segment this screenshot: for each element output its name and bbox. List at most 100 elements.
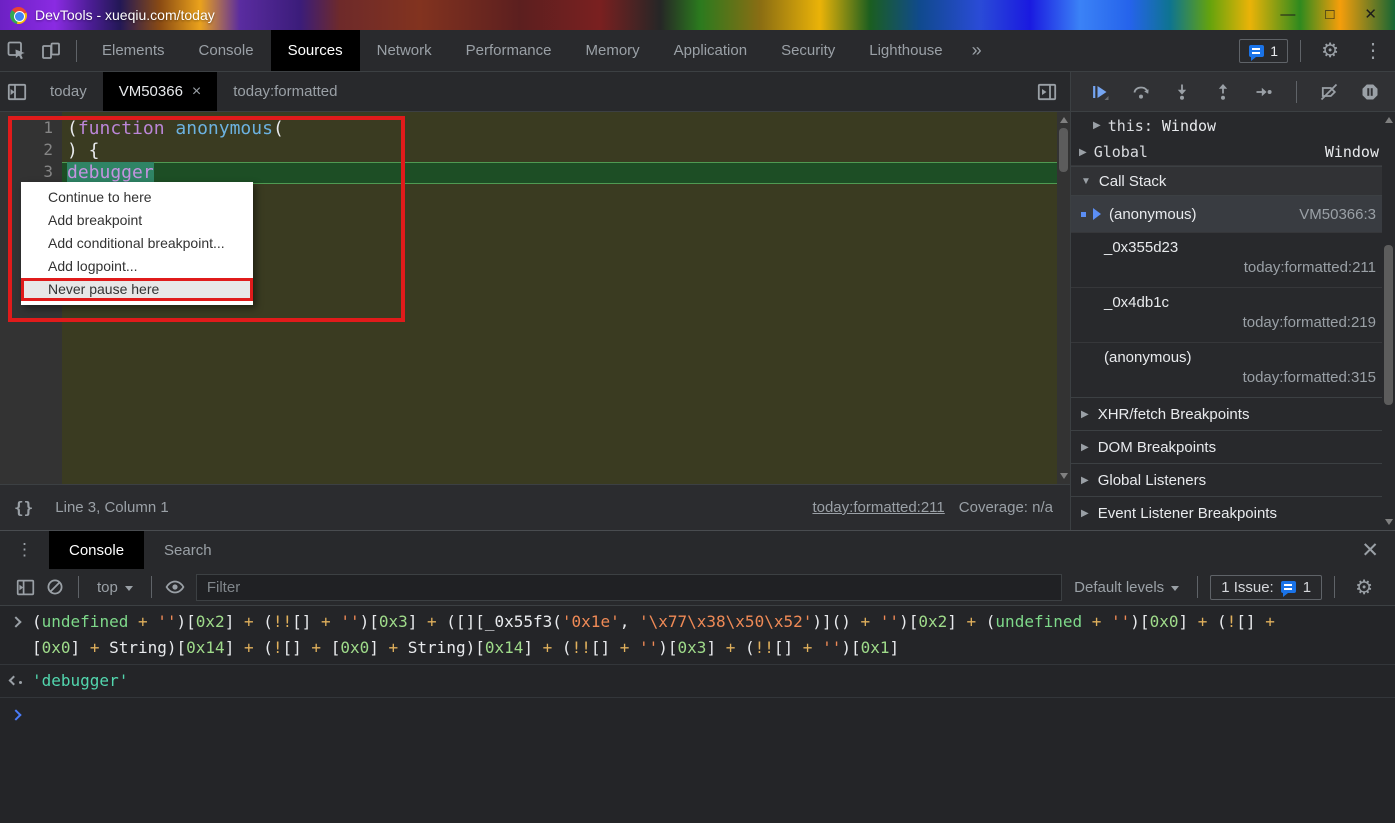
scroll-down-arrow[interactable] — [1385, 519, 1393, 525]
frame-location[interactable]: today:formatted:211 — [1104, 259, 1376, 276]
scrollbar-thumb[interactable] — [1384, 245, 1393, 405]
call-stack-frame[interactable]: (anonymous) today:formatted:315 — [1071, 342, 1382, 397]
close-tab-icon[interactable]: × — [192, 83, 201, 101]
tab-security[interactable]: Security — [764, 30, 852, 71]
console-prompt[interactable] — [0, 698, 1395, 723]
clear-console-icon[interactable] — [40, 574, 70, 600]
show-navigator-icon[interactable] — [0, 77, 34, 107]
console-code-line: [0x0] + String)[0x14] + (![] + [0x0] + S… — [32, 635, 1275, 661]
expand-triangle-icon[interactable]: ▶ — [1079, 147, 1087, 158]
menu-item-add-conditional-breakpoint[interactable]: Add conditional breakpoint... — [21, 232, 253, 255]
menu-item-add-breakpoint[interactable]: Add breakpoint — [21, 209, 253, 232]
console-token: + — [311, 612, 341, 631]
step-over-icon[interactable] — [1124, 78, 1158, 106]
console-token: [] — [590, 638, 611, 657]
sidebar-scrollbar[interactable] — [1382, 112, 1395, 530]
console-token: + — [1255, 612, 1275, 631]
console-token: [] — [1236, 612, 1256, 631]
drawer-close-icon[interactable]: ✕ — [1345, 538, 1395, 563]
console-token: ! — [1226, 612, 1237, 631]
call-stack-header[interactable]: ▼ Call Stack — [1071, 166, 1382, 196]
call-stack-frame[interactable]: _0x355d23 today:formatted:211 — [1071, 232, 1382, 287]
tab-memory[interactable]: Memory — [569, 30, 657, 71]
frame-location[interactable]: VM50366:3 — [1299, 206, 1376, 223]
code-token: function — [77, 118, 165, 139]
javascript-context-dropdown[interactable]: top — [87, 579, 143, 596]
step-icon[interactable] — [1247, 78, 1281, 106]
scope-global-row[interactable]: ▶ Global Window — [1071, 139, 1382, 166]
console-token: ] — [706, 638, 717, 657]
minimize-button[interactable]: — — [1280, 0, 1295, 30]
editor-scrollbar[interactable] — [1057, 112, 1070, 484]
inspect-element-icon[interactable] — [0, 36, 34, 66]
drawer-menu-icon[interactable]: ⋮ — [0, 540, 49, 560]
console-token: String — [407, 638, 466, 657]
menu-item-continue-to-here[interactable]: Continue to here — [21, 186, 253, 209]
live-expression-eye-icon[interactable] — [160, 574, 190, 600]
settings-gear-icon[interactable]: ⚙ — [1309, 38, 1351, 63]
scrollbar-thumb[interactable] — [1059, 128, 1068, 172]
log-levels-dropdown[interactable]: Default levels — [1064, 579, 1189, 596]
pause-on-exceptions-icon[interactable] — [1353, 78, 1387, 106]
console-toolbar: top Default levels 1 Issue: 1 ⚙ — [0, 569, 1395, 606]
source-location-link[interactable]: today:formatted:211 — [812, 499, 944, 516]
file-tab-today-formatted[interactable]: today:formatted — [217, 72, 353, 111]
drawer-tab-search[interactable]: Search — [144, 531, 232, 569]
call-stack-frame[interactable]: _0x4db1c today:formatted:219 — [1071, 287, 1382, 342]
scroll-down-arrow[interactable] — [1060, 473, 1068, 479]
console-sidebar-icon[interactable] — [10, 574, 40, 600]
section-event-listener-breakpoints[interactable]: ▶ Event Listener Breakpoints — [1071, 496, 1382, 529]
section-xhr-fetch-breakpoints[interactable]: ▶ XHR/fetch Breakpoints — [1071, 397, 1382, 430]
device-toolbar-icon[interactable] — [34, 36, 68, 66]
more-options-icon[interactable]: ⋮ — [1351, 38, 1395, 63]
scroll-up-arrow[interactable] — [1385, 117, 1393, 123]
menu-item-never-pause-here[interactable]: Never pause here — [21, 278, 253, 301]
scroll-up-arrow[interactable] — [1060, 117, 1068, 123]
more-tabs-icon[interactable]: » — [960, 40, 994, 61]
code-line: ) { — [62, 140, 1057, 162]
maximize-button[interactable]: □ — [1325, 0, 1334, 30]
hide-debugger-panel-icon[interactable] — [1030, 77, 1064, 107]
console-token: + — [793, 638, 823, 657]
console-token: ] — [224, 612, 235, 631]
file-tab-vm50366[interactable]: VM50366 × — [102, 72, 218, 111]
step-out-icon[interactable] — [1206, 78, 1240, 106]
section-label: DOM Breakpoints — [1097, 438, 1217, 456]
toolbar-separator — [76, 39, 77, 62]
scope-this-row[interactable]: ▶ this: Window — [1071, 112, 1382, 139]
tab-lighthouse[interactable]: Lighthouse — [852, 30, 959, 71]
frame-location[interactable]: today:formatted:219 — [1104, 314, 1376, 331]
line-number[interactable]: 3 — [0, 162, 62, 184]
pretty-print-button[interactable]: {} — [14, 498, 33, 517]
close-button[interactable]: ✕ — [1364, 0, 1377, 30]
console-issues-button[interactable]: 1 Issue: 1 — [1210, 574, 1323, 600]
line-number[interactable]: 1 — [0, 118, 62, 140]
issues-badge[interactable]: 1 — [1239, 38, 1289, 63]
frame-location[interactable]: today:formatted:315 — [1104, 369, 1376, 386]
drawer-tab-console[interactable]: Console — [49, 531, 145, 569]
console-filter-input[interactable] — [195, 573, 1062, 601]
tab-application[interactable]: Application — [657, 30, 764, 71]
section-dom-breakpoints[interactable]: ▶ DOM Breakpoints — [1071, 430, 1382, 463]
menu-item-add-logpoint[interactable]: Add logpoint... — [21, 255, 253, 278]
collapse-triangle-icon[interactable]: ▼ — [1081, 176, 1091, 187]
call-stack-frame-current[interactable]: (anonymous) VM50366:3 — [1071, 196, 1382, 232]
section-global-listeners[interactable]: ▶ Global Listeners — [1071, 463, 1382, 496]
code-editor[interactable]: 123 (function anonymous() {debugger Cont… — [0, 112, 1070, 484]
file-tab-today[interactable]: today — [34, 72, 103, 111]
console-token: ( — [263, 638, 273, 657]
resume-script-icon[interactable] — [1083, 78, 1117, 106]
tab-performance[interactable]: Performance — [449, 30, 569, 71]
console-settings-gear-icon[interactable]: ⚙ — [1343, 575, 1385, 600]
tab-elements[interactable]: Elements — [85, 30, 182, 71]
tab-console[interactable]: Console — [182, 30, 271, 71]
step-into-icon[interactable] — [1165, 78, 1199, 106]
console-token: undefined — [995, 612, 1083, 631]
expand-triangle-icon[interactable]: ▶ — [1093, 120, 1101, 131]
tab-sources[interactable]: Sources — [270, 30, 360, 71]
console-token: + — [850, 612, 880, 631]
tab-network[interactable]: Network — [360, 30, 449, 71]
line-number[interactable]: 2 — [0, 140, 62, 162]
deactivate-breakpoints-icon[interactable] — [1312, 78, 1346, 106]
console-token: '0x1e' — [561, 612, 620, 631]
